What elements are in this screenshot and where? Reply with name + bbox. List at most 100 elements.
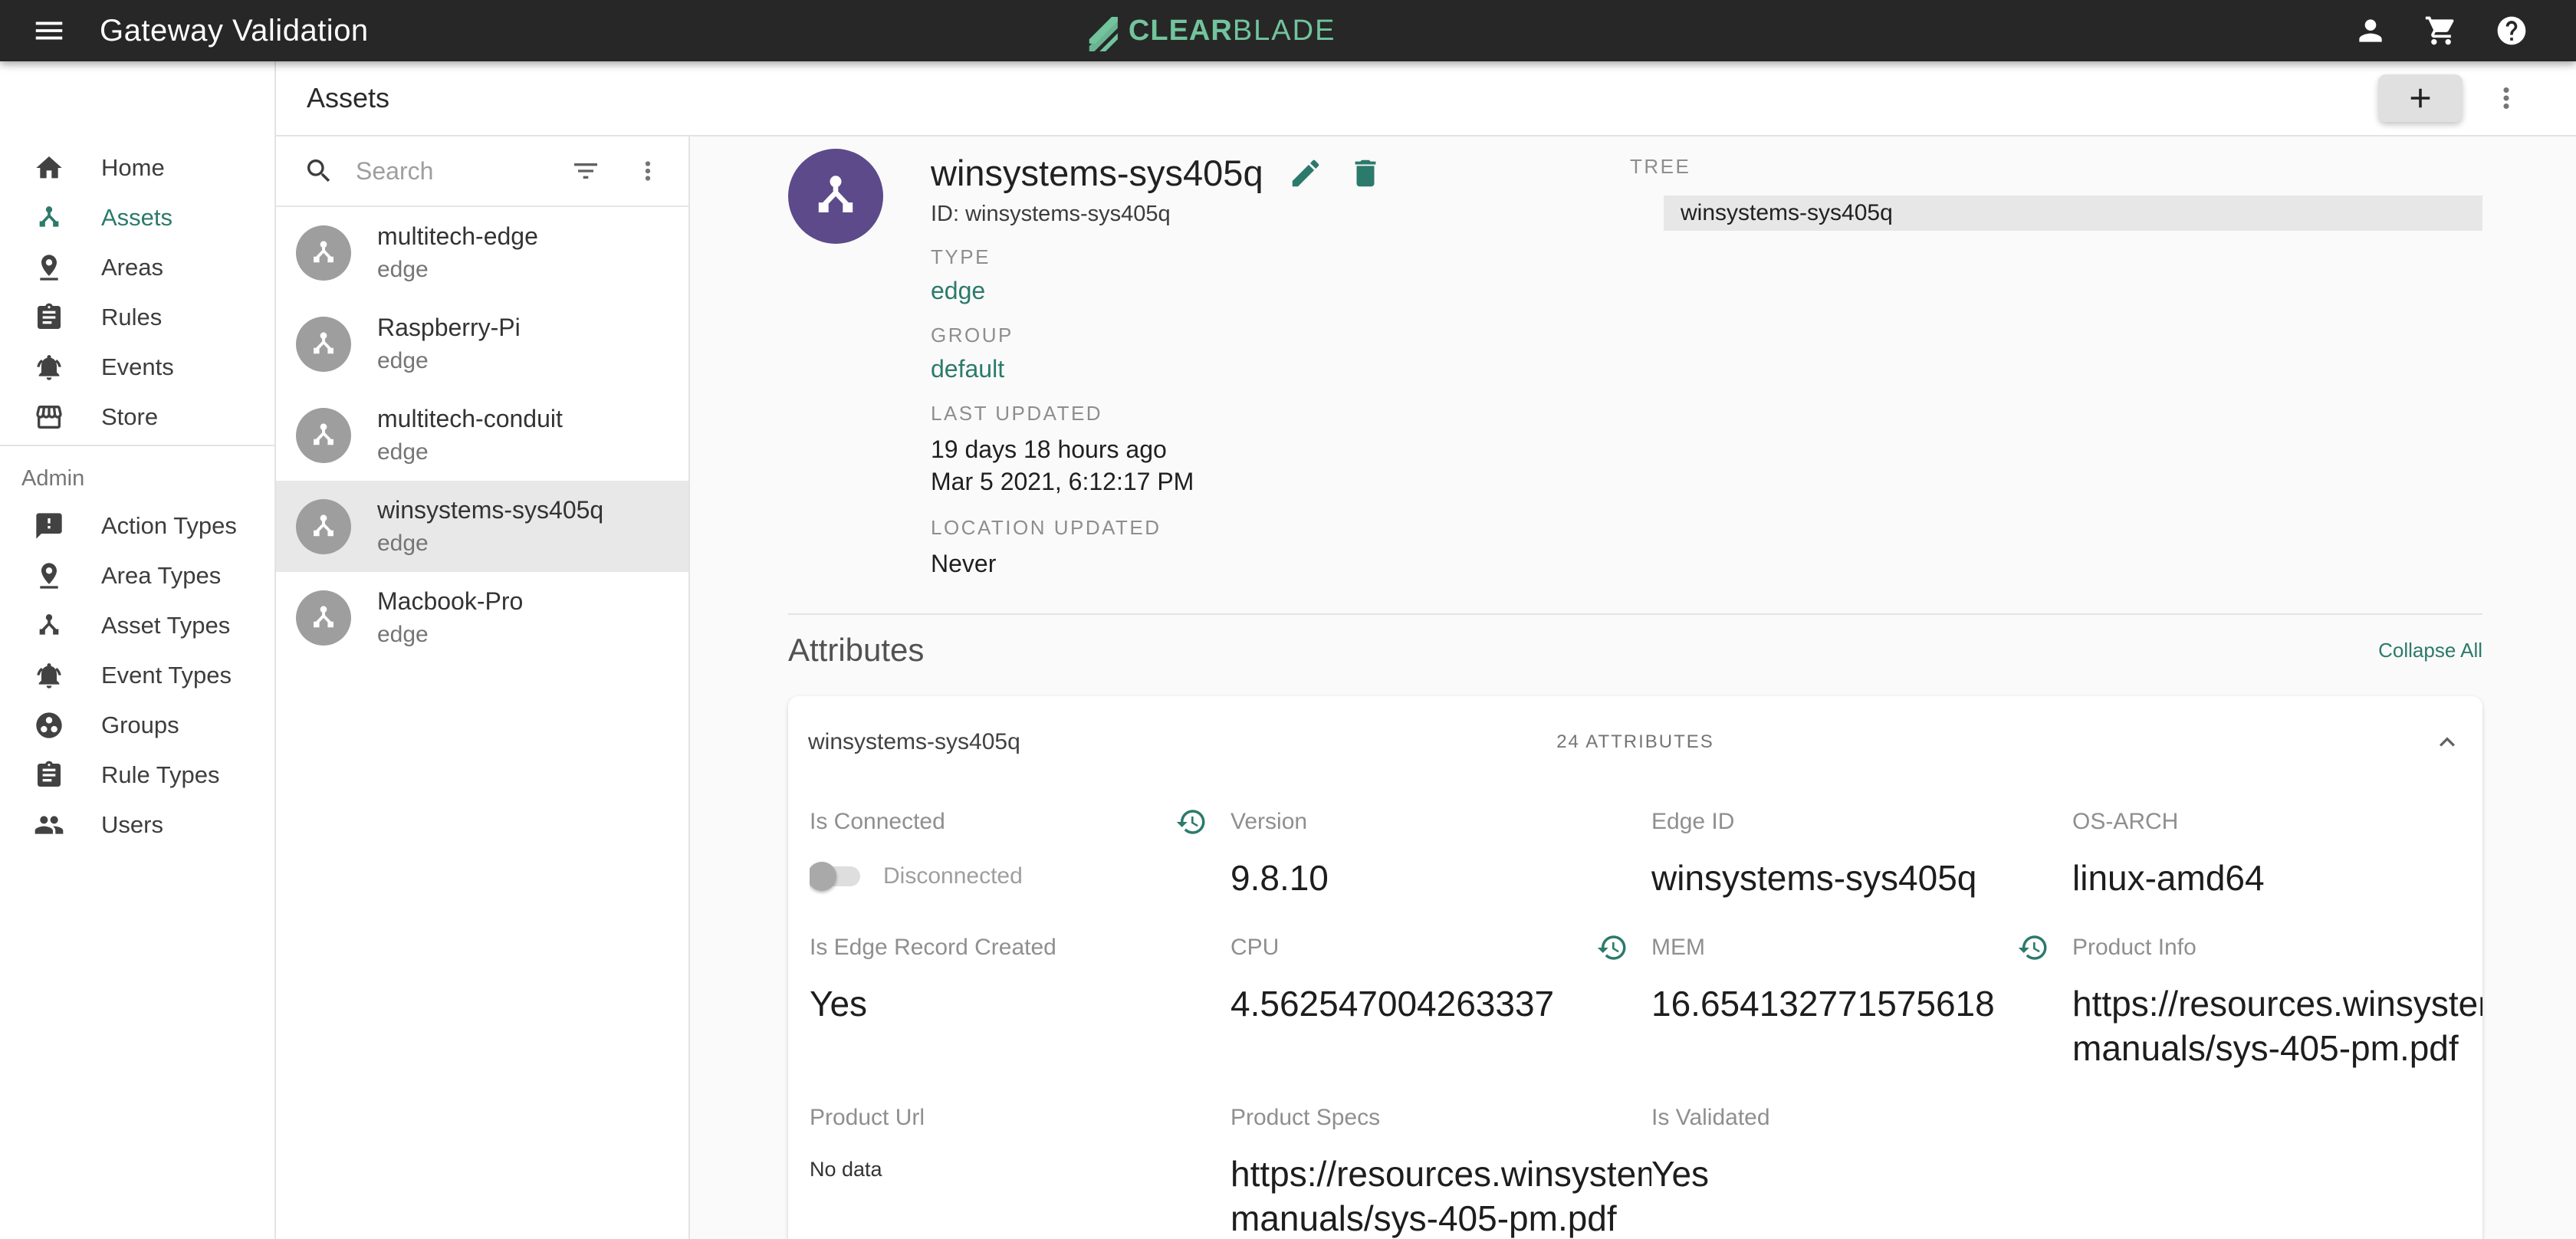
sidebar-item-home[interactable]: Home [0, 143, 274, 192]
attributes-card: winsystems-sys405q 24 ATTRIBUTES Is Conn… [788, 696, 2482, 1239]
account-icon[interactable] [2354, 14, 2387, 48]
avatar [296, 225, 351, 281]
attributes-count: 24 ATTRIBUTES [1556, 731, 1714, 753]
sidebar-item-label: Rule Types [101, 761, 220, 789]
help-icon[interactable] [2495, 14, 2528, 48]
attr-value: 4.562547004263337 [1230, 981, 1651, 1026]
sidebar-item-action-types[interactable]: Action Types [0, 501, 274, 550]
chevron-up-icon[interactable] [2432, 727, 2463, 758]
asset-name: multitech-edge [377, 222, 538, 251]
list-item-multitech-edge[interactable]: multitech-edge edge [276, 207, 688, 298]
sidebar-item-groups[interactable]: Groups [0, 700, 274, 750]
sidebar-item-label: Store [101, 403, 158, 431]
asset-icon [808, 169, 863, 224]
attr-label: CPU [1230, 935, 1279, 961]
tree-node-selected[interactable]: winsystems-sys405q [1664, 196, 2482, 231]
attr-cell-product-specs: Product Specs https://resources.winsystem… [1230, 1101, 1651, 1239]
toggle-knob [810, 862, 836, 891]
attr-cell-is-edge-record-created: Is Edge Record CreatedYes [810, 931, 1230, 1070]
store-cart-icon[interactable] [2424, 14, 2458, 48]
app-title: Gateway Validation [100, 14, 369, 48]
rules-icon [34, 302, 64, 333]
attr-value: Yes [1651, 1152, 2072, 1196]
search-icon [304, 156, 334, 186]
history-icon[interactable] [1596, 932, 1628, 964]
field-value: Never [931, 547, 1582, 580]
list-item-multitech-conduit[interactable]: multitech-conduitedge [276, 389, 688, 481]
history-icon[interactable] [2017, 932, 2049, 964]
field-value: 19 days 18 hours agoMar 5 2021, 6:12:17 … [931, 433, 1582, 498]
asset-name: multitech-conduit [377, 405, 563, 433]
field-type: TYPE edge [931, 245, 1582, 305]
tree-panel: TREE winsystems-sys405q [1630, 141, 2482, 580]
asset-icon [307, 602, 340, 634]
sidebar-item-rule-types[interactable]: Rule Types [0, 750, 274, 800]
collapse-all-link[interactable]: Collapse All [2378, 639, 2482, 662]
list-more-menu[interactable] [633, 156, 662, 186]
field-label: TYPE [931, 245, 1582, 269]
attributes-grid: Is ConnectedDisconnectedVersion9.8.10Edg… [788, 788, 2482, 1239]
attr-cell-os-arch: OS-ARCHlinux-amd64 [2072, 805, 2482, 900]
edit-icon[interactable] [1288, 156, 1323, 191]
asset-icon [307, 511, 340, 543]
attr-cell-product-url: Product UrlNo data [810, 1101, 1230, 1239]
events-icon [34, 352, 64, 383]
history-icon[interactable] [1175, 806, 1208, 838]
field-label: LOCATION UPDATED [931, 516, 1582, 540]
page-more-menu[interactable] [2490, 82, 2522, 114]
menu-icon[interactable] [31, 12, 67, 49]
sidebar-item-area-types[interactable]: Area Types [0, 550, 274, 600]
sidebar-item-store[interactable]: Store [0, 392, 274, 442]
asset-search-row [276, 136, 688, 207]
sidebar-item-events[interactable]: Events [0, 342, 274, 392]
sidebar-item-event-types[interactable]: Event Types [0, 650, 274, 700]
attr-label: Is Validated [1651, 1105, 1770, 1131]
sidebar-item-asset-types[interactable]: Asset Types [0, 600, 274, 650]
sidebar-item-label: Home [101, 154, 165, 182]
sidebar-item-areas[interactable]: Areas [0, 242, 274, 292]
list-item-raspberry-pi[interactable]: Raspberry-Piedge [276, 298, 688, 389]
toggle-state-label: Disconnected [883, 863, 1023, 889]
asset-list: multitech-edgeedgeRaspberry-Piedgemultit… [276, 207, 688, 663]
sidebar-section-admin: Admin [0, 446, 274, 501]
list-item-macbook-pro[interactable]: Macbook-Proedge [276, 572, 688, 663]
sidebar-item-label: Users [101, 811, 163, 839]
attributes-card-header[interactable]: winsystems-sys405q 24 ATTRIBUTES [788, 696, 2482, 788]
list-item-winsystems-sys405q[interactable]: winsystems-sys405qedge [276, 481, 688, 572]
attr-label: Version [1230, 809, 1307, 835]
attr-label: Is Connected [810, 809, 945, 835]
field-value-link[interactable]: edge [931, 277, 985, 304]
asset-avatar [788, 149, 883, 244]
add-asset-button[interactable] [2378, 74, 2463, 122]
area-types-icon [34, 560, 64, 591]
sidebar-item-rules[interactable]: Rules [0, 292, 274, 342]
attr-value: https://resources.winsystemmanuals/sys-4… [1230, 1152, 1651, 1239]
asset-detail-panel: winsystems-sys405q ID: winsystems-sys405… [690, 136, 2576, 1239]
sidebar-item-assets[interactable]: Assets [0, 192, 274, 242]
store-icon [34, 402, 64, 432]
sidebar-item-users[interactable]: Users [0, 800, 274, 850]
asset-title: winsystems-sys405q [931, 152, 1263, 194]
clearblade-logo-icon [1086, 10, 1121, 51]
avatar [296, 408, 351, 463]
asset-type: edge [377, 531, 603, 557]
areas-icon [34, 252, 64, 283]
attr-cell-version: Version 9.8.10 [1230, 805, 1651, 900]
filter-icon[interactable] [570, 156, 601, 186]
page-header: Assets [276, 61, 2576, 136]
appbar-actions [2354, 14, 2528, 48]
asset-name: Raspberry-Pi [377, 314, 521, 342]
attr-label: Product Specs [1230, 1105, 1380, 1131]
delete-icon[interactable] [1348, 156, 1383, 191]
groups-icon [34, 710, 64, 741]
asset-icon [307, 237, 340, 269]
asset-type: edge [377, 257, 538, 283]
is-connected-toggle[interactable] [810, 866, 860, 886]
attributes-card-name: winsystems-sys405q [808, 729, 1020, 755]
field-last-updated: LAST UPDATED19 days 18 hours agoMar 5 20… [931, 402, 1582, 498]
field-value-link[interactable]: default [931, 355, 1004, 383]
search-input[interactable] [356, 157, 570, 186]
attr-value: 9.8.10 [1230, 856, 1651, 900]
attr-label: Is Edge Record Created [810, 935, 1056, 961]
sidebar-admin-nav: Action TypesArea TypesAsset TypesEvent T… [0, 501, 274, 850]
